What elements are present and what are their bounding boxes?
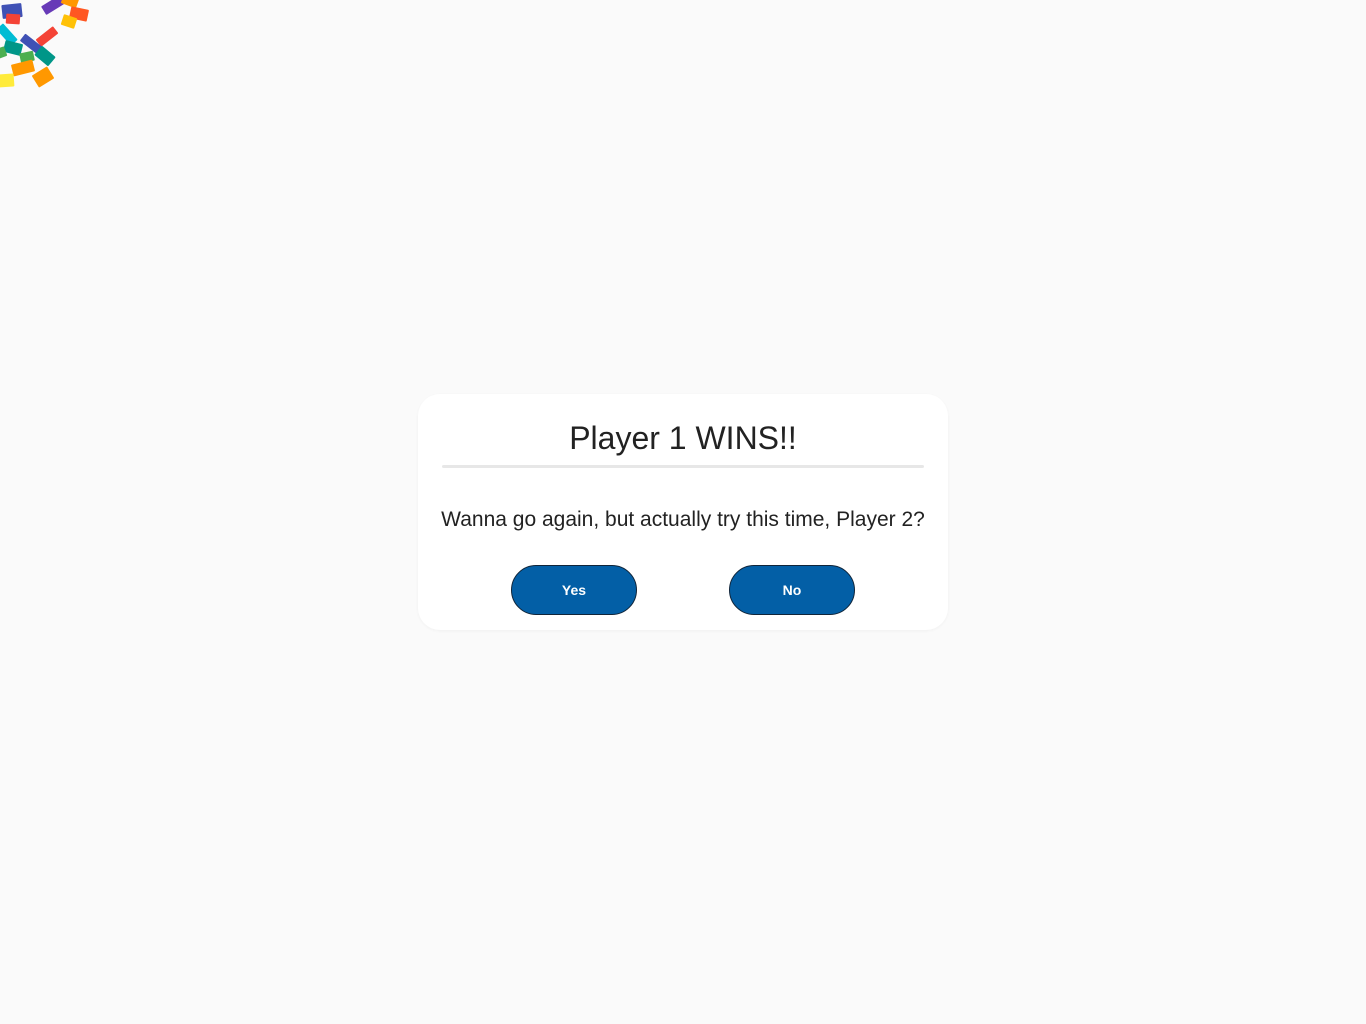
no-button-label: No: [782, 582, 802, 598]
yes-button[interactable]: Yes: [511, 565, 637, 615]
confetti-piece: [31, 66, 55, 88]
confetti-piece: [10, 59, 36, 77]
confetti-piece: [0, 73, 15, 88]
no-button[interactable]: No: [729, 565, 855, 615]
confetti-icon: [0, 0, 110, 100]
dialog-title: Player 1 WINS!!: [569, 420, 797, 456]
game-over-dialog: Player 1 WINS!! Wanna go again, but actu…: [418, 394, 948, 630]
game-over-screen: Player 1 WINS!! Wanna go again, but actu…: [0, 0, 1366, 1024]
play-again-message: Wanna go again, but actually try this ti…: [441, 508, 925, 531]
confetti-piece: [5, 13, 21, 25]
yes-button-label: Yes: [561, 582, 587, 598]
title-divider: [442, 465, 924, 468]
